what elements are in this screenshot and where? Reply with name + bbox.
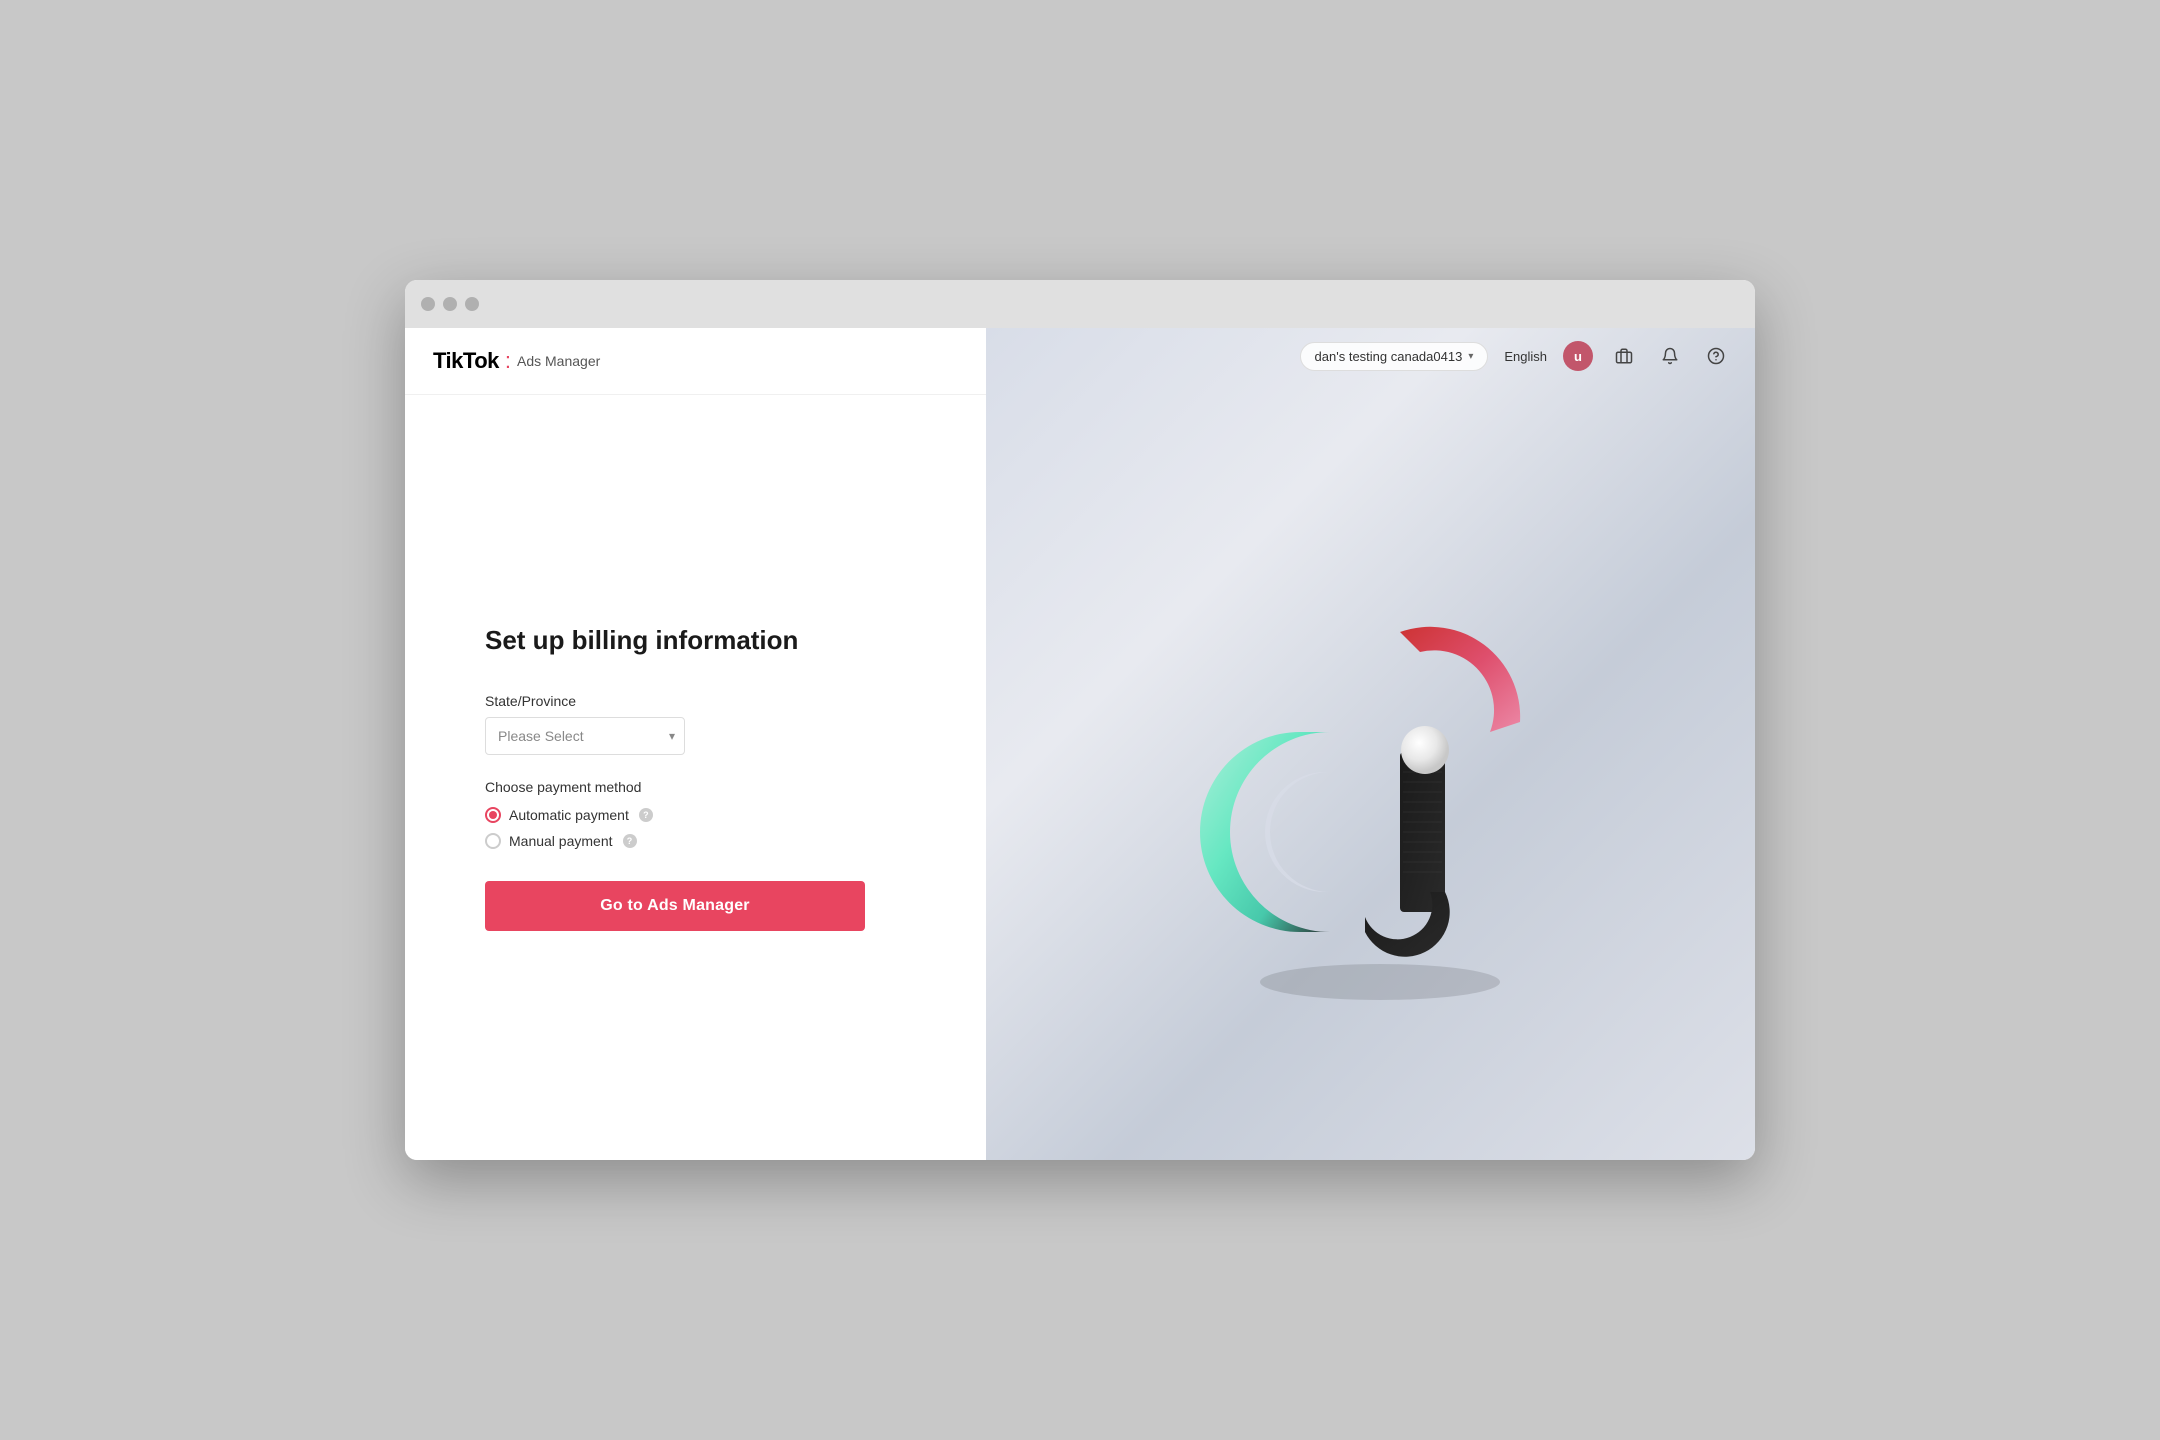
briefcase-icon[interactable] — [1609, 341, 1639, 371]
tiktok-art-svg — [1180, 532, 1560, 1012]
close-button[interactable] — [421, 297, 435, 311]
go-to-ads-manager-button[interactable]: Go to Ads Manager — [485, 881, 865, 931]
traffic-lights — [421, 297, 479, 311]
logo-separator: : — [505, 348, 511, 374]
manual-payment-radio[interactable] — [485, 833, 501, 849]
right-panel: dan's testing canada0413 ▾ English u — [986, 328, 1756, 1160]
automatic-payment-info-icon[interactable]: ? — [639, 808, 653, 822]
minimize-button[interactable] — [443, 297, 457, 311]
form-title: Set up billing information — [485, 624, 865, 658]
content-area: TikTok : Ads Manager Set up billing info… — [405, 328, 1755, 1160]
payment-method-label: Choose payment method — [485, 779, 865, 795]
state-field-group: State/Province Please Select ▾ — [485, 693, 865, 755]
automatic-payment-option[interactable]: Automatic payment ? — [485, 807, 865, 823]
left-panel: TikTok : Ads Manager Set up billing info… — [405, 328, 986, 1160]
bell-icon[interactable] — [1655, 341, 1685, 371]
manual-payment-info-icon[interactable]: ? — [623, 834, 637, 848]
state-label: State/Province — [485, 693, 865, 709]
form-area: Set up billing information State/Provinc… — [405, 395, 986, 1160]
red-arc — [1400, 627, 1520, 732]
app-header: TikTok : Ads Manager — [405, 328, 986, 395]
radio-dot — [489, 811, 497, 819]
account-selector[interactable]: dan's testing canada0413 ▾ — [1300, 342, 1489, 371]
manual-payment-label: Manual payment — [509, 833, 613, 849]
white-ball — [1401, 726, 1449, 774]
payment-method-section: Choose payment method Automatic payment … — [485, 779, 865, 849]
app-window: TikTok : Ads Manager Set up billing info… — [405, 280, 1755, 1160]
c-cutout — [1265, 772, 1330, 892]
manual-payment-option[interactable]: Manual payment ? — [485, 833, 865, 849]
logo-ads-text: Ads Manager — [517, 353, 600, 369]
avatar: u — [1563, 341, 1593, 371]
form-inner: Set up billing information State/Provinc… — [485, 624, 865, 932]
language-selector[interactable]: English — [1504, 349, 1547, 364]
help-icon[interactable] — [1701, 341, 1731, 371]
account-name: dan's testing canada0413 — [1315, 349, 1463, 364]
floor-shadow — [1260, 964, 1500, 1000]
state-select[interactable]: Please Select — [485, 717, 685, 755]
right-topbar: dan's testing canada0413 ▾ English u — [986, 328, 1756, 384]
logo-tiktok-text: TikTok — [433, 348, 499, 374]
automatic-payment-radio[interactable] — [485, 807, 501, 823]
automatic-payment-label: Automatic payment — [509, 807, 629, 823]
titlebar — [405, 280, 1755, 328]
account-chevron-icon: ▾ — [1468, 351, 1473, 362]
state-select-wrapper: Please Select ▾ — [485, 717, 685, 755]
logo: TikTok : Ads Manager — [433, 348, 600, 374]
fullscreen-button[interactable] — [465, 297, 479, 311]
art-container — [986, 384, 1756, 1160]
